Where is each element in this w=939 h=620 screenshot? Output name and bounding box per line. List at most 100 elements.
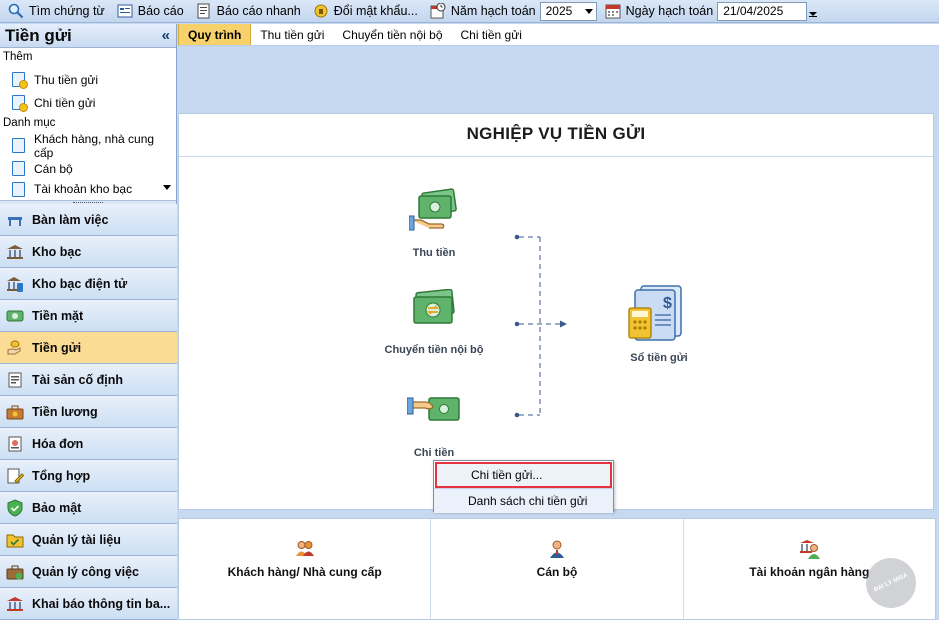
transfer-money-icon[interactable]	[411, 288, 457, 329]
sidebar-link-label: Khách hàng, nhà cung cấp	[33, 131, 155, 160]
tab-receive-deposit[interactable]: Thu tiền gửi	[251, 24, 333, 45]
calendar-icon	[605, 3, 621, 19]
module-nav: Bàn làm việc Kho bạc Kho bạc điện tử Tiề…	[0, 204, 177, 620]
bank-icon	[6, 243, 24, 261]
document-icon	[12, 161, 25, 176]
change-password-button[interactable]: Đổi mật khẩu...	[309, 1, 422, 22]
quick-report-button[interactable]: Báo cáo nhanh	[192, 1, 305, 22]
sidebar-link-label: Thu tiền gửi	[34, 72, 99, 87]
catalog-customers[interactable]: Khách hàng/ Nhà cung cấp	[179, 519, 432, 619]
fiscal-year-value: 2025	[545, 4, 573, 18]
deposit-book-icon[interactable]: $	[627, 282, 685, 344]
sidebar-link-label: Chi tiền gửi	[34, 95, 96, 110]
module-tabs: Quy trình Thu tiền gửi Chuyển tiền nội b…	[178, 24, 939, 46]
tab-process[interactable]: Quy trình	[178, 24, 252, 45]
folder-check-icon	[6, 531, 24, 549]
nav-item-fixed-assets[interactable]: Tài sản cố định	[0, 364, 177, 396]
document-add-icon	[12, 95, 28, 112]
fiscal-year-label: Năm hạch toán	[426, 1, 540, 22]
flow-connectors	[514, 234, 567, 418]
desk-icon	[6, 211, 24, 229]
nav-item-tasks[interactable]: Quản lý công việc	[0, 556, 177, 588]
nav-item-salary[interactable]: Tiền lương	[0, 396, 177, 428]
sidebar-link-label: Tài khoản kho bạc	[34, 182, 133, 196]
pay-money-label[interactable]: Chi tiền	[384, 447, 484, 459]
nav-label: Quản lý tài liệu	[32, 532, 121, 547]
report-icon	[117, 3, 133, 19]
nav-item-security[interactable]: Bảo mật	[0, 492, 177, 524]
main-toolbar: Tìm chứng từ Báo cáo Báo cáo nhanh Đổi m…	[0, 0, 939, 23]
tab-pay-deposit[interactable]: Chi tiền gửi	[452, 24, 531, 45]
nav-label: Kho bạc điện tử	[32, 276, 128, 291]
quick-report-icon	[196, 3, 212, 19]
panel-divider	[179, 156, 933, 157]
fiscal-year-select[interactable]: 2025	[539, 1, 597, 21]
nav-item-bank-info[interactable]: Khai báo thông tin ba...	[0, 588, 177, 620]
nav-label: Tổng hợp	[32, 468, 91, 483]
nav-item-invoice[interactable]: Hóa đơn	[0, 428, 177, 460]
document-add-icon	[12, 72, 28, 89]
nav-label: Hóa đơn	[32, 436, 84, 451]
nav-label: Khai báo thông tin ba...	[32, 596, 171, 611]
posting-date-label: Ngày hạch toán	[601, 1, 718, 22]
salary-icon	[6, 403, 24, 421]
nav-item-deposit[interactable]: Tiền gửi	[0, 332, 177, 364]
report-button[interactable]: Báo cáo	[113, 1, 188, 22]
search-voucher-label: Tìm chứng từ	[29, 4, 105, 18]
overflow-chevron-icon	[809, 6, 818, 17]
calendar-clock-icon	[430, 2, 446, 19]
nav-label: Tiền mặt	[32, 308, 84, 323]
deposit-book-label[interactable]: Sổ tiền gửi	[609, 352, 709, 364]
nav-item-desk[interactable]: Bàn làm việc	[0, 204, 177, 236]
toolbar-overflow-button[interactable]	[807, 1, 819, 22]
nav-label: Tiền lương	[32, 404, 98, 419]
svg-text:$: $	[663, 295, 672, 312]
quick-report-label: Báo cáo nhanh	[216, 4, 301, 18]
nav-label: Bảo mật	[32, 500, 82, 515]
e-bank-icon	[6, 275, 24, 293]
nav-item-cash[interactable]: Tiền mặt	[0, 300, 177, 332]
catalog-staff[interactable]: Cán bộ	[431, 519, 684, 619]
sidebar-link-label: Cán bộ	[34, 161, 73, 176]
menu-item-pay-deposit-list[interactable]: Danh sách chi tiền gửi	[434, 488, 613, 513]
search-icon	[8, 3, 24, 19]
nav-item-e-treasury[interactable]: Kho bạc điện tử	[0, 268, 177, 300]
sidebar-link-pay-deposit[interactable]: Chi tiền gửi	[0, 91, 176, 114]
document-icon	[12, 138, 25, 153]
sidebar-link-staff[interactable]: Cán bộ	[0, 157, 176, 180]
process-panel: NGHIỆP VỤ TIỀN GỬI Thu tiền Chuyển tiền …	[178, 113, 934, 510]
nav-item-treasury[interactable]: Kho bạc	[0, 236, 177, 268]
cash-icon	[6, 307, 24, 325]
customers-label: Khách hàng/ Nhà cung cấp	[227, 565, 382, 579]
bank-account-icon	[799, 539, 821, 559]
posting-date-field[interactable]: 21/04/2025	[717, 1, 808, 21]
nav-label: Bàn làm việc	[32, 212, 109, 227]
sidebar-link-receive-deposit[interactable]: Thu tiền gửi	[0, 68, 176, 91]
change-password-label: Đổi mật khẩu...	[333, 4, 418, 18]
receive-money-icon[interactable]	[408, 186, 459, 234]
chevron-down-icon	[584, 8, 593, 14]
sidebar-link-customers[interactable]: Khách hàng, nhà cung cấp	[0, 131, 176, 160]
panel-title: NGHIỆP VỤ TIỀN GỬI	[466, 124, 646, 143]
nav-label: Kho bạc	[32, 244, 82, 259]
nav-item-summary[interactable]: Tổng hợp	[0, 460, 177, 492]
nav-item-documents[interactable]: Quản lý tài liệu	[0, 524, 177, 556]
fiscal-year-text: Năm hạch toán	[450, 4, 536, 18]
menu-item-pay-deposit[interactable]: Chi tiền gửi...	[435, 462, 612, 488]
catalog-panel: Khách hàng/ Nhà cung cấp Cán bộ Tài khoả…	[178, 518, 936, 620]
nav-label: Quản lý công việc	[32, 564, 139, 579]
receive-money-label[interactable]: Thu tiền	[384, 247, 484, 259]
search-voucher-button[interactable]: Tìm chứng từ	[4, 1, 109, 22]
staff-icon	[547, 539, 567, 559]
tab-internal-transfer[interactable]: Chuyển tiền nội bộ	[333, 24, 451, 45]
collapse-sidebar-button[interactable]: «	[162, 27, 170, 44]
briefcase-icon	[6, 563, 24, 581]
customers-icon	[295, 539, 315, 559]
key-icon	[313, 3, 329, 19]
content-area: NGHIỆP VỤ TIỀN GỬI Thu tiền Chuyển tiền …	[178, 47, 939, 620]
scroll-down-icon[interactable]	[163, 185, 171, 190]
internal-transfer-label[interactable]: Chuyển tiền nội bộ	[369, 344, 499, 356]
pay-money-icon[interactable]	[406, 394, 461, 426]
invoice-icon	[6, 435, 24, 453]
sidebar-link-treasury-account[interactable]: Tài khoản kho bạc	[0, 180, 176, 198]
